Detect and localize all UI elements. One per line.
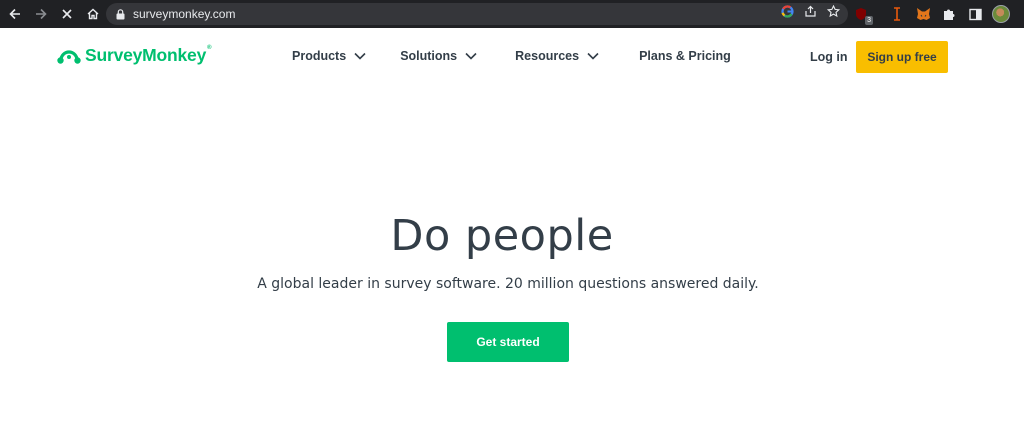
metamask-icon[interactable] (914, 5, 932, 23)
stop-loading-icon (62, 9, 72, 19)
nav-plans-pricing[interactable]: Plans & Pricing (639, 49, 731, 63)
logo-text: SurveyMonkey® (85, 45, 212, 65)
bookmark-star-icon[interactable] (826, 4, 841, 23)
google-icon[interactable] (781, 5, 794, 23)
browser-toolbar: surveymonkey.com 3 (0, 0, 1024, 28)
nav-products-label: Products (292, 49, 347, 63)
cursor-extension-icon[interactable] (888, 5, 906, 23)
share-icon[interactable] (804, 5, 817, 23)
chevron-down-icon (587, 52, 599, 60)
nav-products[interactable]: Products (292, 49, 366, 63)
url-text: surveymonkey.com (133, 7, 236, 21)
nav-plans-pricing-label: Plans & Pricing (639, 49, 731, 63)
hero-title: Do people (390, 211, 614, 261)
puzzle-extensions-icon[interactable] (940, 5, 958, 23)
stop-button[interactable] (54, 0, 80, 28)
surveymonkey-logo[interactable]: SurveyMonkey® (57, 45, 212, 66)
main-nav: Products Solutions Resources Plans & Pri… (292, 49, 731, 63)
monkey-logo-icon (57, 49, 81, 64)
profile-avatar[interactable] (992, 5, 1010, 23)
forward-arrow-icon (36, 8, 47, 20)
login-link[interactable]: Log in (810, 50, 848, 64)
nav-solutions[interactable]: Solutions (400, 49, 477, 63)
chevron-down-icon (354, 52, 366, 60)
ublock-icon[interactable]: 3 (852, 5, 873, 25)
nav-resources[interactable]: Resources (515, 49, 599, 63)
hero-subtitle: A global leader in survey software. 20 m… (257, 276, 759, 292)
home-icon (87, 8, 99, 20)
nav-solutions-label: Solutions (400, 49, 458, 63)
site-header: SurveyMonkey® Products Solutions Resourc… (0, 28, 1024, 88)
address-bar[interactable]: surveymonkey.com (106, 3, 848, 25)
kebab-menu-icon[interactable] (1018, 5, 1024, 23)
home-button[interactable] (80, 0, 106, 28)
signup-button[interactable]: Sign up free (856, 41, 948, 73)
get-started-button[interactable]: Get started (447, 322, 569, 362)
back-button[interactable] (2, 0, 28, 28)
lock-icon (116, 8, 125, 20)
back-arrow-icon (9, 8, 20, 20)
forward-button[interactable] (28, 0, 54, 28)
extension-badge: 3 (865, 16, 873, 25)
sidebar-icon[interactable] (966, 5, 984, 23)
logo-registered-mark: ® (207, 45, 212, 51)
nav-resources-label: Resources (515, 49, 580, 63)
chevron-down-icon (465, 52, 477, 60)
